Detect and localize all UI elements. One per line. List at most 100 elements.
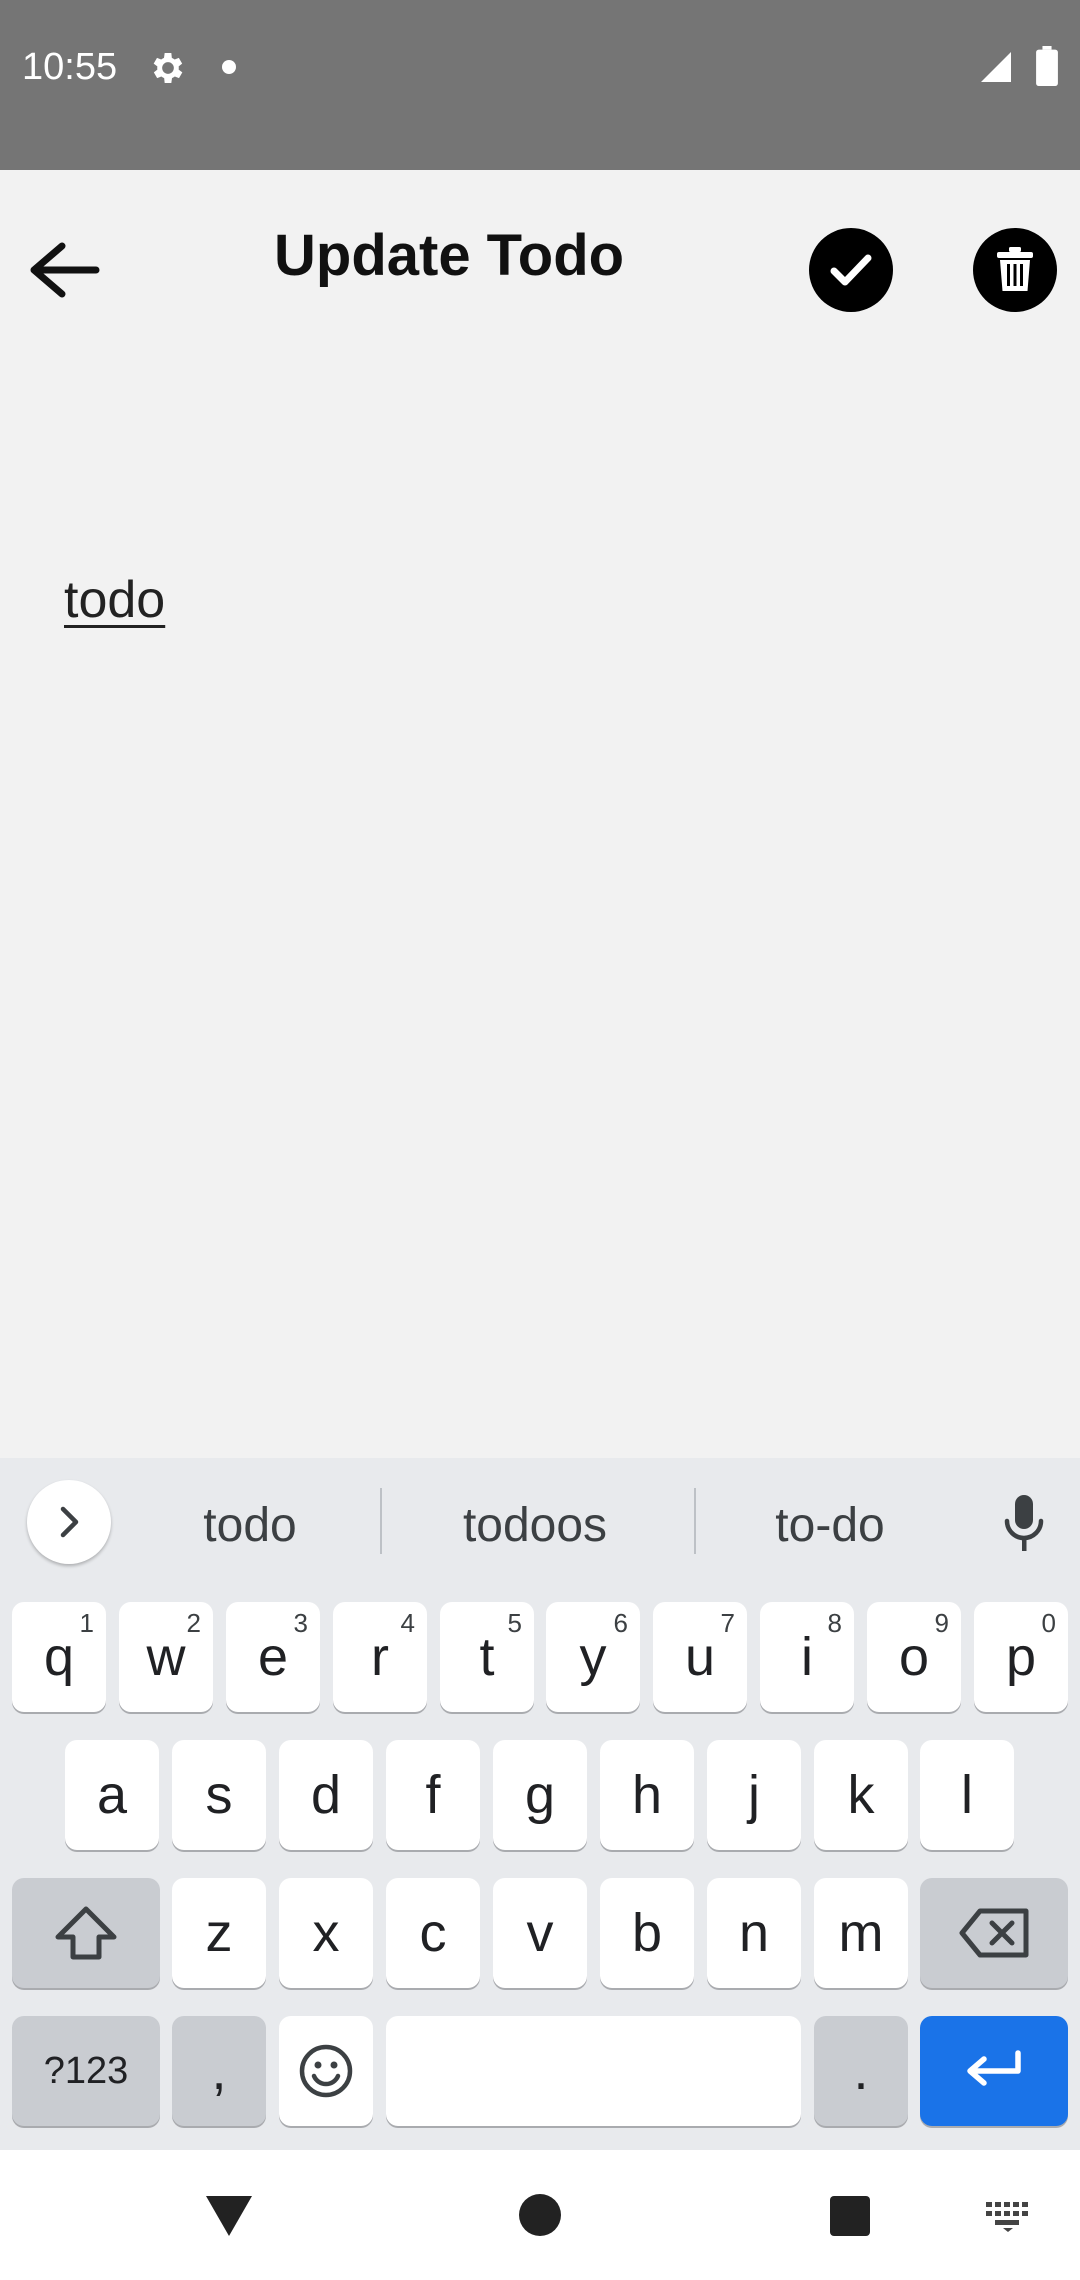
trash-icon — [997, 247, 1033, 291]
key-hint: 6 — [613, 1608, 628, 1638]
suggestion-divider — [380, 1488, 382, 1554]
key-i[interactable]: i8 — [760, 1602, 854, 1712]
key-u[interactable]: u7 — [653, 1602, 747, 1712]
space-key[interactable] — [386, 2016, 801, 2126]
chevron-right-icon — [60, 1506, 79, 1538]
emoji-smile-icon — [299, 2044, 353, 2098]
keyboard-switch-icon[interactable] — [986, 2202, 1030, 2232]
checkmark-icon — [830, 254, 872, 286]
key-o[interactable]: o9 — [867, 1602, 961, 1712]
key-t[interactable]: t5 — [440, 1602, 534, 1712]
suggestion-item[interactable]: to-do — [700, 1498, 960, 1553]
back-button[interactable] — [24, 230, 104, 310]
microphone-icon — [1004, 1495, 1044, 1551]
key-j[interactable]: j — [707, 1740, 801, 1850]
key-label: b — [631, 1903, 663, 1963]
key-c[interactable]: c — [386, 1878, 480, 1988]
key-label: c — [419, 1903, 447, 1963]
enter-return-icon — [967, 2050, 1021, 2086]
key-label: a — [96, 1765, 128, 1825]
key-n[interactable]: n — [707, 1878, 801, 1988]
key-q[interactable]: q1 — [12, 1602, 106, 1712]
enter-key[interactable] — [920, 2016, 1068, 2126]
key-label: t — [479, 1627, 495, 1687]
key-a[interactable]: a — [65, 1740, 159, 1850]
key-label: w — [146, 1627, 186, 1687]
status-time: 10:55 — [22, 46, 118, 88]
key-hint: 7 — [720, 1608, 735, 1638]
key-f[interactable]: f — [386, 1740, 480, 1850]
key-label: q — [43, 1627, 75, 1687]
suggestion-divider — [694, 1488, 696, 1554]
key-v[interactable]: v — [493, 1878, 587, 1988]
key-label: ?123 — [43, 2049, 129, 2092]
key-x[interactable]: x — [279, 1878, 373, 1988]
key-r[interactable]: r4 — [333, 1602, 427, 1712]
key-label: . — [853, 2041, 869, 2101]
key-z[interactable]: z — [172, 1878, 266, 1988]
key-hint: 0 — [1041, 1608, 1056, 1638]
key-label: m — [838, 1903, 884, 1963]
key-label: h — [631, 1765, 663, 1825]
key-m[interactable]: m — [814, 1878, 908, 1988]
nav-recents-button[interactable] — [830, 2196, 870, 2236]
suggestion-strip: todo todoos to-do — [0, 1458, 1080, 1588]
key-label: n — [738, 1903, 770, 1963]
key-hint: 3 — [293, 1608, 308, 1638]
key-l[interactable]: l — [920, 1740, 1014, 1850]
emoji-key[interactable] — [279, 2016, 373, 2126]
key-label: i — [801, 1627, 813, 1687]
period-key[interactable]: . — [814, 2016, 908, 2126]
key-label: r — [371, 1627, 389, 1687]
todo-text-field[interactable]: todo — [64, 570, 165, 630]
key-hint: 9 — [934, 1608, 949, 1638]
backspace-key[interactable] — [920, 1878, 1068, 1988]
nav-home-button[interactable] — [519, 2194, 561, 2236]
key-h[interactable]: h — [600, 1740, 694, 1850]
key-label: p — [1005, 1627, 1037, 1687]
comma-key[interactable]: , — [172, 2016, 266, 2126]
key-label: y — [579, 1627, 607, 1687]
battery-icon — [1036, 46, 1058, 86]
shift-arrow-icon — [55, 1906, 117, 1960]
delete-button[interactable] — [973, 228, 1057, 312]
symbols-key[interactable]: ?123 — [12, 2016, 160, 2126]
key-k[interactable]: k — [814, 1740, 908, 1850]
key-label: l — [961, 1765, 973, 1825]
suggestion-item[interactable]: todo — [120, 1498, 380, 1553]
key-label: k — [847, 1765, 875, 1825]
shift-key[interactable] — [12, 1878, 160, 1988]
key-label: v — [526, 1903, 554, 1963]
cell-signal-icon — [981, 52, 1011, 82]
key-label: f — [425, 1765, 441, 1825]
arrow-back-icon — [30, 242, 100, 298]
key-d[interactable]: d — [279, 1740, 373, 1850]
key-p[interactable]: p0 — [974, 1602, 1068, 1712]
key-label: u — [684, 1627, 716, 1687]
key-label: , — [211, 2041, 227, 2101]
expand-toolbar-button[interactable] — [27, 1480, 111, 1564]
voice-input-button[interactable] — [994, 1490, 1054, 1556]
key-label: s — [205, 1765, 233, 1825]
key-y[interactable]: y6 — [546, 1602, 640, 1712]
nav-back-triangle-icon[interactable] — [204, 2194, 254, 2238]
save-button[interactable] — [809, 228, 893, 312]
key-w[interactable]: w2 — [119, 1602, 213, 1712]
page-title: Update Todo — [274, 223, 625, 288]
notification-dot-icon — [222, 60, 236, 74]
key-b[interactable]: b — [600, 1878, 694, 1988]
key-label: x — [312, 1903, 340, 1963]
key-hint: 5 — [507, 1608, 522, 1638]
key-hint: 2 — [186, 1608, 201, 1638]
key-label: z — [205, 1903, 233, 1963]
settings-gear-icon — [153, 53, 183, 83]
key-e[interactable]: e3 — [226, 1602, 320, 1712]
suggestion-item[interactable]: todoos — [390, 1498, 680, 1553]
key-s[interactable]: s — [172, 1740, 266, 1850]
key-g[interactable]: g — [493, 1740, 587, 1850]
on-screen-keyboard: todo todoos to-do q1 w2 e3 r4 t5 y6 u7 i… — [0, 1458, 1080, 2150]
key-label: e — [257, 1627, 289, 1687]
key-hint: 1 — [79, 1608, 94, 1638]
system-navigation-bar — [0, 2150, 1080, 2280]
app-bar: Update Todo — [0, 170, 1080, 360]
